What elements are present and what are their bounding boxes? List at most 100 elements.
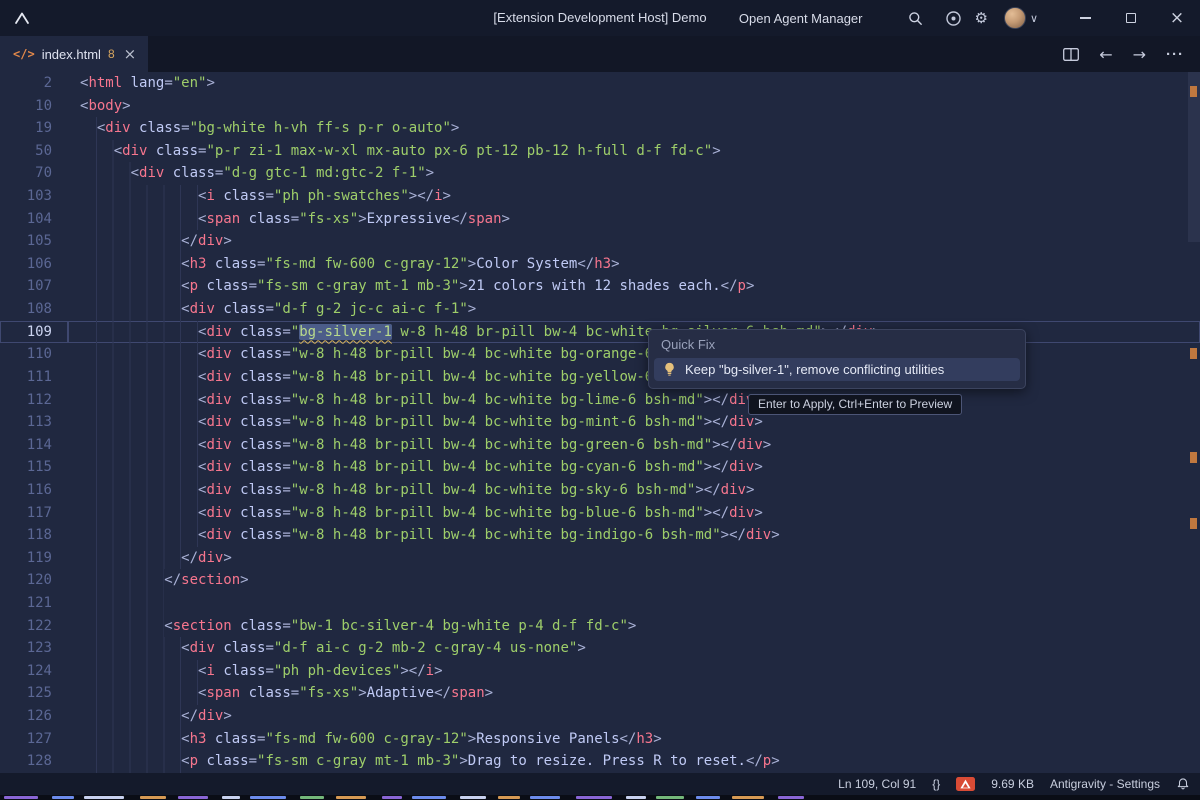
line-number[interactable]: 128 (0, 750, 68, 773)
cursor-position[interactable]: Ln 109, Col 91 (838, 777, 916, 791)
line-number[interactable]: 126 (0, 705, 68, 728)
braces-icon[interactable]: {} (932, 777, 940, 791)
line-number[interactable]: 123 (0, 637, 68, 660)
line-number[interactable]: 103 (0, 185, 68, 208)
code-editor[interactable]: 2<html lang="en">10<body>19 <div class="… (0, 72, 1200, 773)
code-line[interactable]: 119 </div> (0, 547, 1200, 570)
tab-index-html[interactable]: </> index.html 8 × (0, 36, 148, 72)
code-line[interactable]: 108 <div class="d-f g-2 jc-c ai-c f-1"> (0, 298, 1200, 321)
code-line[interactable]: 50 <div class="p-r zi-1 max-w-xl mx-auto… (0, 140, 1200, 163)
lightbulb-icon (662, 362, 677, 377)
code-line[interactable]: 117 <div class="w-8 h-48 br-pill bw-4 bc… (0, 502, 1200, 525)
code-line[interactable]: 126 </div> (0, 705, 1200, 728)
code-line[interactable]: 124 <i class="ph ph-devices"></i> (0, 660, 1200, 683)
window-controls: × (1062, 0, 1200, 36)
search-icon[interactable] (908, 11, 923, 26)
line-number[interactable]: 121 (0, 592, 68, 615)
notifications-bell-icon[interactable] (1176, 777, 1190, 791)
line-number[interactable]: 117 (0, 502, 68, 525)
navigate-forward-icon[interactable]: → (1133, 45, 1146, 64)
split-editor-icon[interactable] (1063, 48, 1079, 61)
code-line[interactable]: 127 <h3 class="fs-md fw-600 c-gray-12">R… (0, 728, 1200, 751)
code-line[interactable]: 107 <p class="fs-sm c-gray mt-1 mb-3">21… (0, 275, 1200, 298)
code-line[interactable]: 114 <div class="w-8 h-48 br-pill bw-4 bc… (0, 434, 1200, 457)
overview-warning-mark (1190, 86, 1197, 97)
line-number[interactable]: 125 (0, 682, 68, 705)
line-number[interactable]: 124 (0, 660, 68, 683)
line-number[interactable]: 10 (0, 95, 68, 118)
line-number[interactable]: 118 (0, 524, 68, 547)
code-line[interactable]: 116 <div class="w-8 h-48 br-pill bw-4 bc… (0, 479, 1200, 502)
minimize-icon (1080, 17, 1091, 18)
code-line[interactable]: 115 <div class="w-8 h-48 br-pill bw-4 bc… (0, 456, 1200, 479)
tab-bar-spacer (148, 36, 1063, 72)
file-size[interactable]: 9.69 KB (991, 777, 1034, 791)
code-line[interactable]: 123 <div class="d-f ai-c g-2 mb-2 c-gray… (0, 637, 1200, 660)
user-avatar[interactable] (1004, 7, 1026, 29)
code-line[interactable]: 10<body> (0, 95, 1200, 118)
line-number[interactable]: 70 (0, 162, 68, 185)
line-number[interactable]: 112 (0, 389, 68, 412)
line-number[interactable]: 2 (0, 72, 68, 95)
html-file-icon: </> (13, 47, 35, 61)
overview-warning-mark (1190, 348, 1197, 359)
more-actions-icon[interactable]: ··· (1166, 46, 1184, 63)
line-number[interactable]: 116 (0, 479, 68, 502)
app-settings-label[interactable]: Antigravity - Settings (1050, 777, 1160, 791)
code-line[interactable]: 121 (0, 592, 1200, 615)
editor-actions: ← → ··· (1063, 36, 1200, 72)
line-number[interactable]: 115 (0, 456, 68, 479)
code-line[interactable]: 104 <span class="fs-xs">Expressive</span… (0, 208, 1200, 231)
scrollbar-thumb[interactable] (1188, 72, 1200, 242)
line-number[interactable]: 50 (0, 140, 68, 163)
code-line[interactable]: 106 <h3 class="fs-md fw-600 c-gray-12">C… (0, 253, 1200, 276)
line-number[interactable]: 109 (0, 321, 68, 344)
minimize-button[interactable] (1062, 0, 1108, 36)
overview-warning-mark (1190, 452, 1197, 463)
line-number[interactable]: 104 (0, 208, 68, 231)
settings-gear-icon[interactable]: ⚙ (974, 9, 987, 27)
close-window-button[interactable]: × (1154, 0, 1200, 36)
status-bar: Ln 109, Col 91 {} 9.69 KB Antigravity - … (0, 773, 1200, 795)
code-line[interactable]: 19 <div class="bg-white h-vh ff-s p-r o-… (0, 117, 1200, 140)
target-icon[interactable] (945, 10, 962, 27)
line-number[interactable]: 106 (0, 253, 68, 276)
quickfix-action[interactable]: Keep "bg-silver-1", remove conflicting u… (654, 358, 1020, 381)
code-line[interactable]: 118 <div class="w-8 h-48 br-pill bw-4 bc… (0, 524, 1200, 547)
line-number[interactable]: 105 (0, 230, 68, 253)
line-number[interactable]: 111 (0, 366, 68, 389)
app-window: [Extension Development Host] Demo Open A… (0, 0, 1200, 800)
overview-warning-mark (1190, 518, 1197, 529)
code-line[interactable]: 105 </div> (0, 230, 1200, 253)
tab-filename: index.html (42, 47, 101, 62)
line-number[interactable]: 119 (0, 547, 68, 570)
chevron-down-icon[interactable]: ∨ (1030, 12, 1038, 25)
open-agent-manager-button[interactable]: Open Agent Manager (739, 11, 863, 26)
close-tab-button[interactable]: × (124, 45, 137, 63)
overview-ruler[interactable] (1187, 72, 1200, 773)
line-number[interactable]: 122 (0, 615, 68, 638)
line-number[interactable]: 113 (0, 411, 68, 434)
code-line[interactable]: 70 <div class="d-g gtc-1 md:gtc-2 f-1"> (0, 162, 1200, 185)
maximize-button[interactable] (1108, 0, 1154, 36)
quickfix-title: Quick Fix (649, 330, 1025, 356)
navigate-back-icon[interactable]: ← (1099, 45, 1112, 64)
antigravity-badge-icon[interactable] (956, 777, 975, 791)
code-line[interactable]: 128 <p class="fs-sm c-gray mt-1 mb-3">Dr… (0, 750, 1200, 773)
line-number[interactable]: 110 (0, 343, 68, 366)
line-number[interactable]: 127 (0, 728, 68, 751)
code-line[interactable]: 122 <section class="bw-1 bc-silver-4 bg-… (0, 615, 1200, 638)
line-number[interactable]: 107 (0, 275, 68, 298)
code-line[interactable]: 113 <div class="w-8 h-48 br-pill bw-4 bc… (0, 411, 1200, 434)
code-line[interactable]: 125 <span class="fs-xs">Adaptive</span> (0, 682, 1200, 705)
quickfix-action-label: Keep "bg-silver-1", remove conflicting u… (685, 362, 944, 377)
line-number[interactable]: 114 (0, 434, 68, 457)
code-line[interactable]: 103 <i class="ph ph-swatches"></i> (0, 185, 1200, 208)
code-line[interactable]: 112 <div class="w-8 h-48 br-pill bw-4 bc… (0, 389, 1200, 412)
code-line[interactable]: 2<html lang="en"> (0, 72, 1200, 95)
titlebar: [Extension Development Host] Demo Open A… (0, 0, 1200, 36)
code-line[interactable]: 120 </section> (0, 569, 1200, 592)
line-number[interactable]: 120 (0, 569, 68, 592)
line-number[interactable]: 108 (0, 298, 68, 321)
line-number[interactable]: 19 (0, 117, 68, 140)
